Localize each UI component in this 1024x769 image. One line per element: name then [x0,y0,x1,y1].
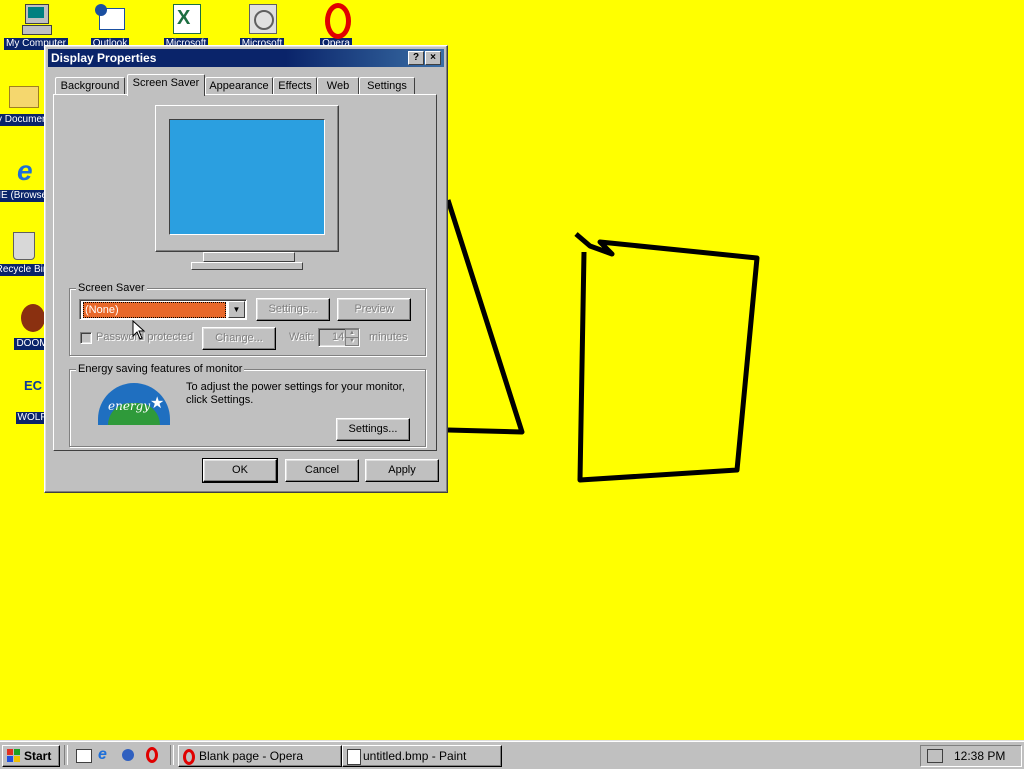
my-computer-icon [19,2,53,36]
screen-saver-panel: Screen Saver (None) ▼ Settings... Previe… [53,94,437,451]
desktop-icon-powerpoint[interactable]: Microsoft [226,2,298,50]
ok-button[interactable]: OK [202,458,278,483]
wait-value: 14 [332,331,345,343]
screen-saver-group-label: Screen Saver [76,282,147,294]
drawn-triangle-stroke [445,199,525,435]
taskbar-separator [64,745,68,765]
help-button[interactable]: ? [408,51,424,65]
display-properties-dialog: Display Properties ? × Background Screen… [44,45,448,493]
password-checkbox[interactable] [80,332,92,344]
wait-label: Wait: [289,331,314,343]
clock[interactable]: 12:38 PM [954,746,1005,766]
minutes-label: minutes [369,331,408,343]
screen-saver-group: Screen Saver (None) ▼ Settings... Previe… [69,282,426,356]
screen-saver-settings-button[interactable]: Settings... [256,298,330,321]
energy-group-label: Energy saving features of monitor [76,363,245,375]
internet-explorer-icon: e [17,155,33,186]
desktop-icon-excel[interactable]: X Microsoft [150,2,222,50]
energy-logo-text: energy [108,399,151,413]
display-settings-icon[interactable] [927,749,943,763]
monitor-preview [155,105,339,252]
chevron-down-icon[interactable]: ▼ [228,301,245,318]
dialog-titlebar[interactable]: Display Properties ? × [48,49,444,67]
powerpoint-icon [245,2,279,36]
start-button[interactable]: Start [2,745,60,767]
tab-settings[interactable]: Settings [359,77,415,95]
desktop-icon-opera[interactable]: Opera [300,2,372,50]
windows-logo-icon [7,749,21,763]
dialog-title: Display Properties [51,51,157,65]
wait-minutes-stepper[interactable]: 14 ▲ ▼ [318,328,360,347]
task-paint[interactable]: untitled.bmp - Paint [342,745,502,767]
desktop-icon-outlook[interactable]: Outlook [74,2,146,50]
spin-down-icon[interactable]: ▼ [345,337,359,346]
outlook-icon [93,2,127,36]
task-opera[interactable]: Blank page - Opera [178,745,342,767]
paint-icon [347,749,361,765]
tab-background[interactable]: Background [55,77,125,95]
energy-settings-button[interactable]: Settings... [336,418,410,441]
show-desktop-icon[interactable] [76,747,92,763]
folder-icon [5,78,39,112]
close-button[interactable]: × [425,51,441,65]
cancel-button[interactable]: Cancel [285,459,359,482]
taskbar-separator [170,745,174,765]
opera-icon [183,749,195,765]
energy-star-logo-icon: energy ★ [98,383,170,425]
star-icon: ★ [150,395,165,412]
monitor-stand [203,252,295,262]
mouse-cursor-icon [132,320,146,340]
tab-screen-saver[interactable]: Screen Saver [127,74,205,96]
screen-saver-selected: (None) [83,302,226,318]
task-label: untitled.bmp - Paint [363,749,467,763]
internet-explorer-icon[interactable]: e [98,747,114,763]
opera-icon [319,2,353,39]
desktop-icon-my-computer[interactable]: My Computer [0,2,72,50]
excel-icon: X [169,2,203,36]
start-label: Start [24,749,52,763]
preview-screen [169,119,325,235]
screen-saver-select[interactable]: (None) ▼ [79,299,247,320]
monitor-base [191,262,303,270]
taskbar: Start e Blank page - Opera untitled.bmp … [0,740,1024,769]
tab-web[interactable]: Web [317,77,359,95]
drawn-rectangle-stroke [574,232,760,483]
desktop-icon-label: Recycle Bin [0,264,51,276]
change-password-button[interactable]: Change... [202,327,276,350]
channels-icon[interactable] [120,747,136,763]
system-tray: 12:38 PM [920,745,1022,767]
opera-icon[interactable] [144,747,160,763]
tab-appearance[interactable]: Appearance [205,77,273,95]
apply-button[interactable]: Apply [365,459,439,482]
energy-saving-group: Energy saving features of monitor energy… [69,363,426,447]
task-label: Blank page - Opera [199,749,304,763]
tab-effects[interactable]: Effects [273,77,317,95]
recycle-bin-icon [5,228,39,262]
energy-description: To adjust the power settings for your mo… [186,381,405,406]
preview-button[interactable]: Preview [337,298,411,321]
